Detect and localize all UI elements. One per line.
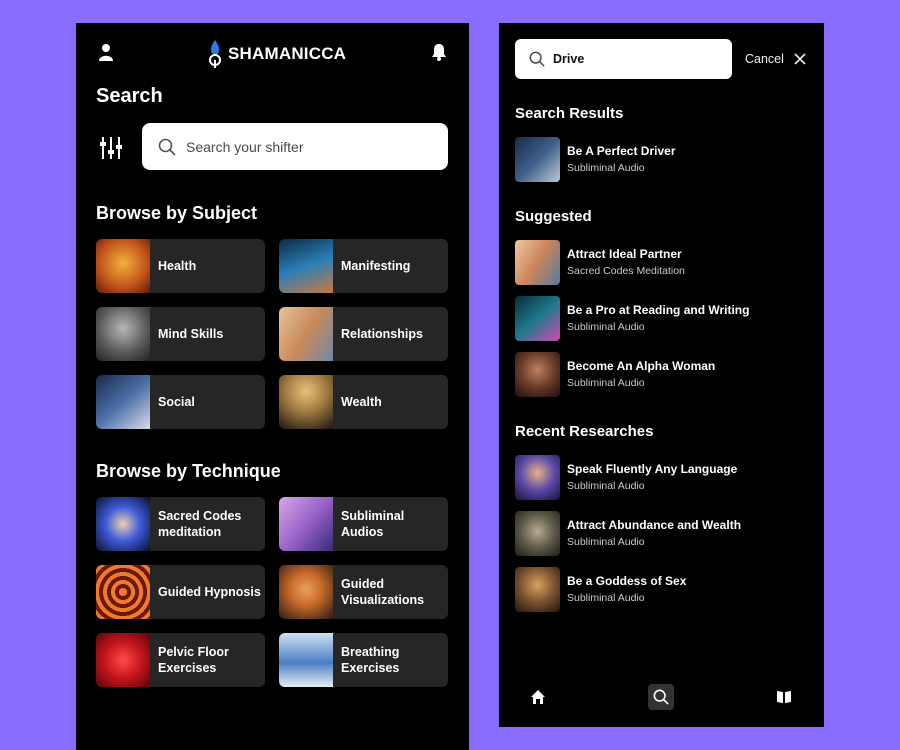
- close-icon[interactable]: [793, 52, 807, 66]
- item-subtitle: Sacred Codes Meditation: [567, 265, 685, 277]
- search-placeholder: Search your shifter: [186, 138, 304, 155]
- user-icon: [99, 44, 113, 61]
- item-thumbnail: [515, 455, 560, 500]
- page-title: Search: [96, 85, 163, 107]
- nav-library-button[interactable]: [771, 684, 797, 710]
- item-thumbnail: [515, 567, 560, 612]
- subject-label: Health: [158, 259, 197, 273]
- search-screen: SHAMANICCA Search Search your shifter Br…: [76, 23, 469, 750]
- technique-card-guided-hypnosis[interactable]: Guided Hypnosis: [96, 565, 265, 619]
- list-item[interactable]: Attract Abundance and Wealth Subliminal A…: [515, 511, 741, 556]
- technique-card-sacred-codes[interactable]: Sacred Codes meditation: [96, 497, 265, 551]
- list-item[interactable]: Attract Ideal Partner Sacred Codes Medita…: [515, 240, 685, 285]
- subject-thumbnail: [279, 307, 333, 361]
- subject-label: Social: [158, 395, 195, 409]
- item-thumbnail: [515, 352, 560, 397]
- technique-label: Breathing Exercises: [341, 645, 400, 675]
- technique-thumbnail: [96, 497, 150, 551]
- subject-card-social[interactable]: Social: [96, 375, 265, 429]
- recent-researches-title: Recent Researches: [515, 423, 654, 440]
- list-item[interactable]: Be a Goddess of Sex Subliminal Audio: [515, 567, 686, 612]
- subject-label: Manifesting: [341, 259, 411, 273]
- subject-thumbnail: [96, 375, 150, 429]
- technique-thumbnail: [96, 565, 150, 619]
- notifications-button[interactable]: [429, 41, 449, 63]
- subject-label: Wealth: [341, 395, 382, 409]
- search-value: Drive: [553, 52, 585, 66]
- technique-thumbnail: [96, 633, 150, 687]
- brand-name: SHAMANICCA: [228, 44, 347, 63]
- cancel-button[interactable]: Cancel: [745, 52, 784, 66]
- logo-icon: [209, 40, 221, 68]
- technique-label: Guided Hypnosis: [158, 585, 261, 599]
- subject-card-mind-skills[interactable]: Mind Skills: [96, 307, 265, 361]
- subject-label: Relationships: [341, 327, 423, 341]
- item-title: Be a Goddess of Sex: [567, 574, 687, 588]
- item-title: Be a Pro at Reading and Writing: [567, 303, 750, 317]
- item-subtitle: Subliminal Audio: [567, 321, 645, 333]
- item-subtitle: Subliminal Audio: [567, 592, 645, 604]
- app-logo: SHAMANICCA: [206, 38, 346, 70]
- book-icon: [777, 691, 791, 703]
- subject-thumbnail: [96, 239, 150, 293]
- subject-card-wealth[interactable]: Wealth: [279, 375, 448, 429]
- profile-button[interactable]: [96, 41, 116, 63]
- technique-label: Sacred Codes meditation: [158, 509, 242, 539]
- item-thumbnail: [515, 296, 560, 341]
- technique-card-subliminal-audios[interactable]: Subliminal Audios: [279, 497, 448, 551]
- technique-card-breathing[interactable]: Breathing Exercises: [279, 633, 448, 687]
- subject-card-relationships[interactable]: Relationships: [279, 307, 448, 361]
- subject-thumbnail: [279, 239, 333, 293]
- search-icon: [529, 51, 545, 67]
- list-item[interactable]: Be A Perfect Driver Subliminal Audio: [515, 137, 676, 182]
- subject-thumbnail: [96, 307, 150, 361]
- search-results-title: Search Results: [515, 105, 624, 122]
- technique-thumbnail: [279, 497, 333, 551]
- home-icon: [531, 690, 545, 704]
- technique-label: Guided Visualizations: [341, 577, 425, 607]
- filter-button[interactable]: [96, 133, 126, 163]
- list-item[interactable]: Be a Pro at Reading and Writing Sublimina…: [515, 296, 749, 341]
- item-subtitle: Subliminal Audio: [567, 536, 645, 548]
- nav-search-button[interactable]: [648, 684, 674, 710]
- item-subtitle: Subliminal Audio: [567, 377, 645, 389]
- technique-label: Pelvic Floor Exercises: [158, 645, 229, 675]
- technique-label: Subliminal Audios: [341, 509, 405, 539]
- subject-card-manifesting[interactable]: Manifesting: [279, 239, 448, 293]
- subject-card-health[interactable]: Health: [96, 239, 265, 293]
- technique-card-pelvic-floor[interactable]: Pelvic Floor Exercises: [96, 633, 265, 687]
- search-input[interactable]: Drive: [515, 39, 732, 79]
- item-title: Be A Perfect Driver: [567, 144, 676, 158]
- item-thumbnail: [515, 137, 560, 182]
- technique-thumbnail: [279, 565, 333, 619]
- item-thumbnail: [515, 511, 560, 556]
- list-item[interactable]: Become An Alpha Woman Subliminal Audio: [515, 352, 715, 397]
- item-thumbnail: [515, 240, 560, 285]
- item-title: Attract Abundance and Wealth: [567, 518, 742, 532]
- item-subtitle: Subliminal Audio: [567, 162, 645, 174]
- item-subtitle: Subliminal Audio: [567, 480, 645, 492]
- nav-home-button[interactable]: [525, 684, 551, 710]
- item-title: Attract Ideal Partner: [567, 247, 682, 261]
- search-icon: [653, 689, 669, 705]
- technique-card-guided-visualizations[interactable]: Guided Visualizations: [279, 565, 448, 619]
- subject-thumbnail: [279, 375, 333, 429]
- technique-thumbnail: [279, 633, 333, 687]
- search-input[interactable]: Search your shifter: [142, 123, 448, 170]
- browse-subject-title: Browse by Subject: [96, 203, 258, 223]
- item-title: Speak Fluently Any Language: [567, 462, 738, 476]
- browse-technique-title: Browse by Technique: [96, 461, 281, 481]
- search-icon: [158, 138, 176, 156]
- list-item[interactable]: Speak Fluently Any Language Subliminal Au…: [515, 455, 737, 500]
- suggested-title: Suggested: [515, 208, 592, 225]
- item-title: Become An Alpha Woman: [567, 359, 716, 373]
- bell-icon: [432, 44, 446, 61]
- filter-icon: [100, 137, 122, 159]
- search-results-screen: Drive Cancel Search Results Be A Perfect…: [499, 23, 824, 727]
- subject-label: Mind Skills: [158, 327, 224, 341]
